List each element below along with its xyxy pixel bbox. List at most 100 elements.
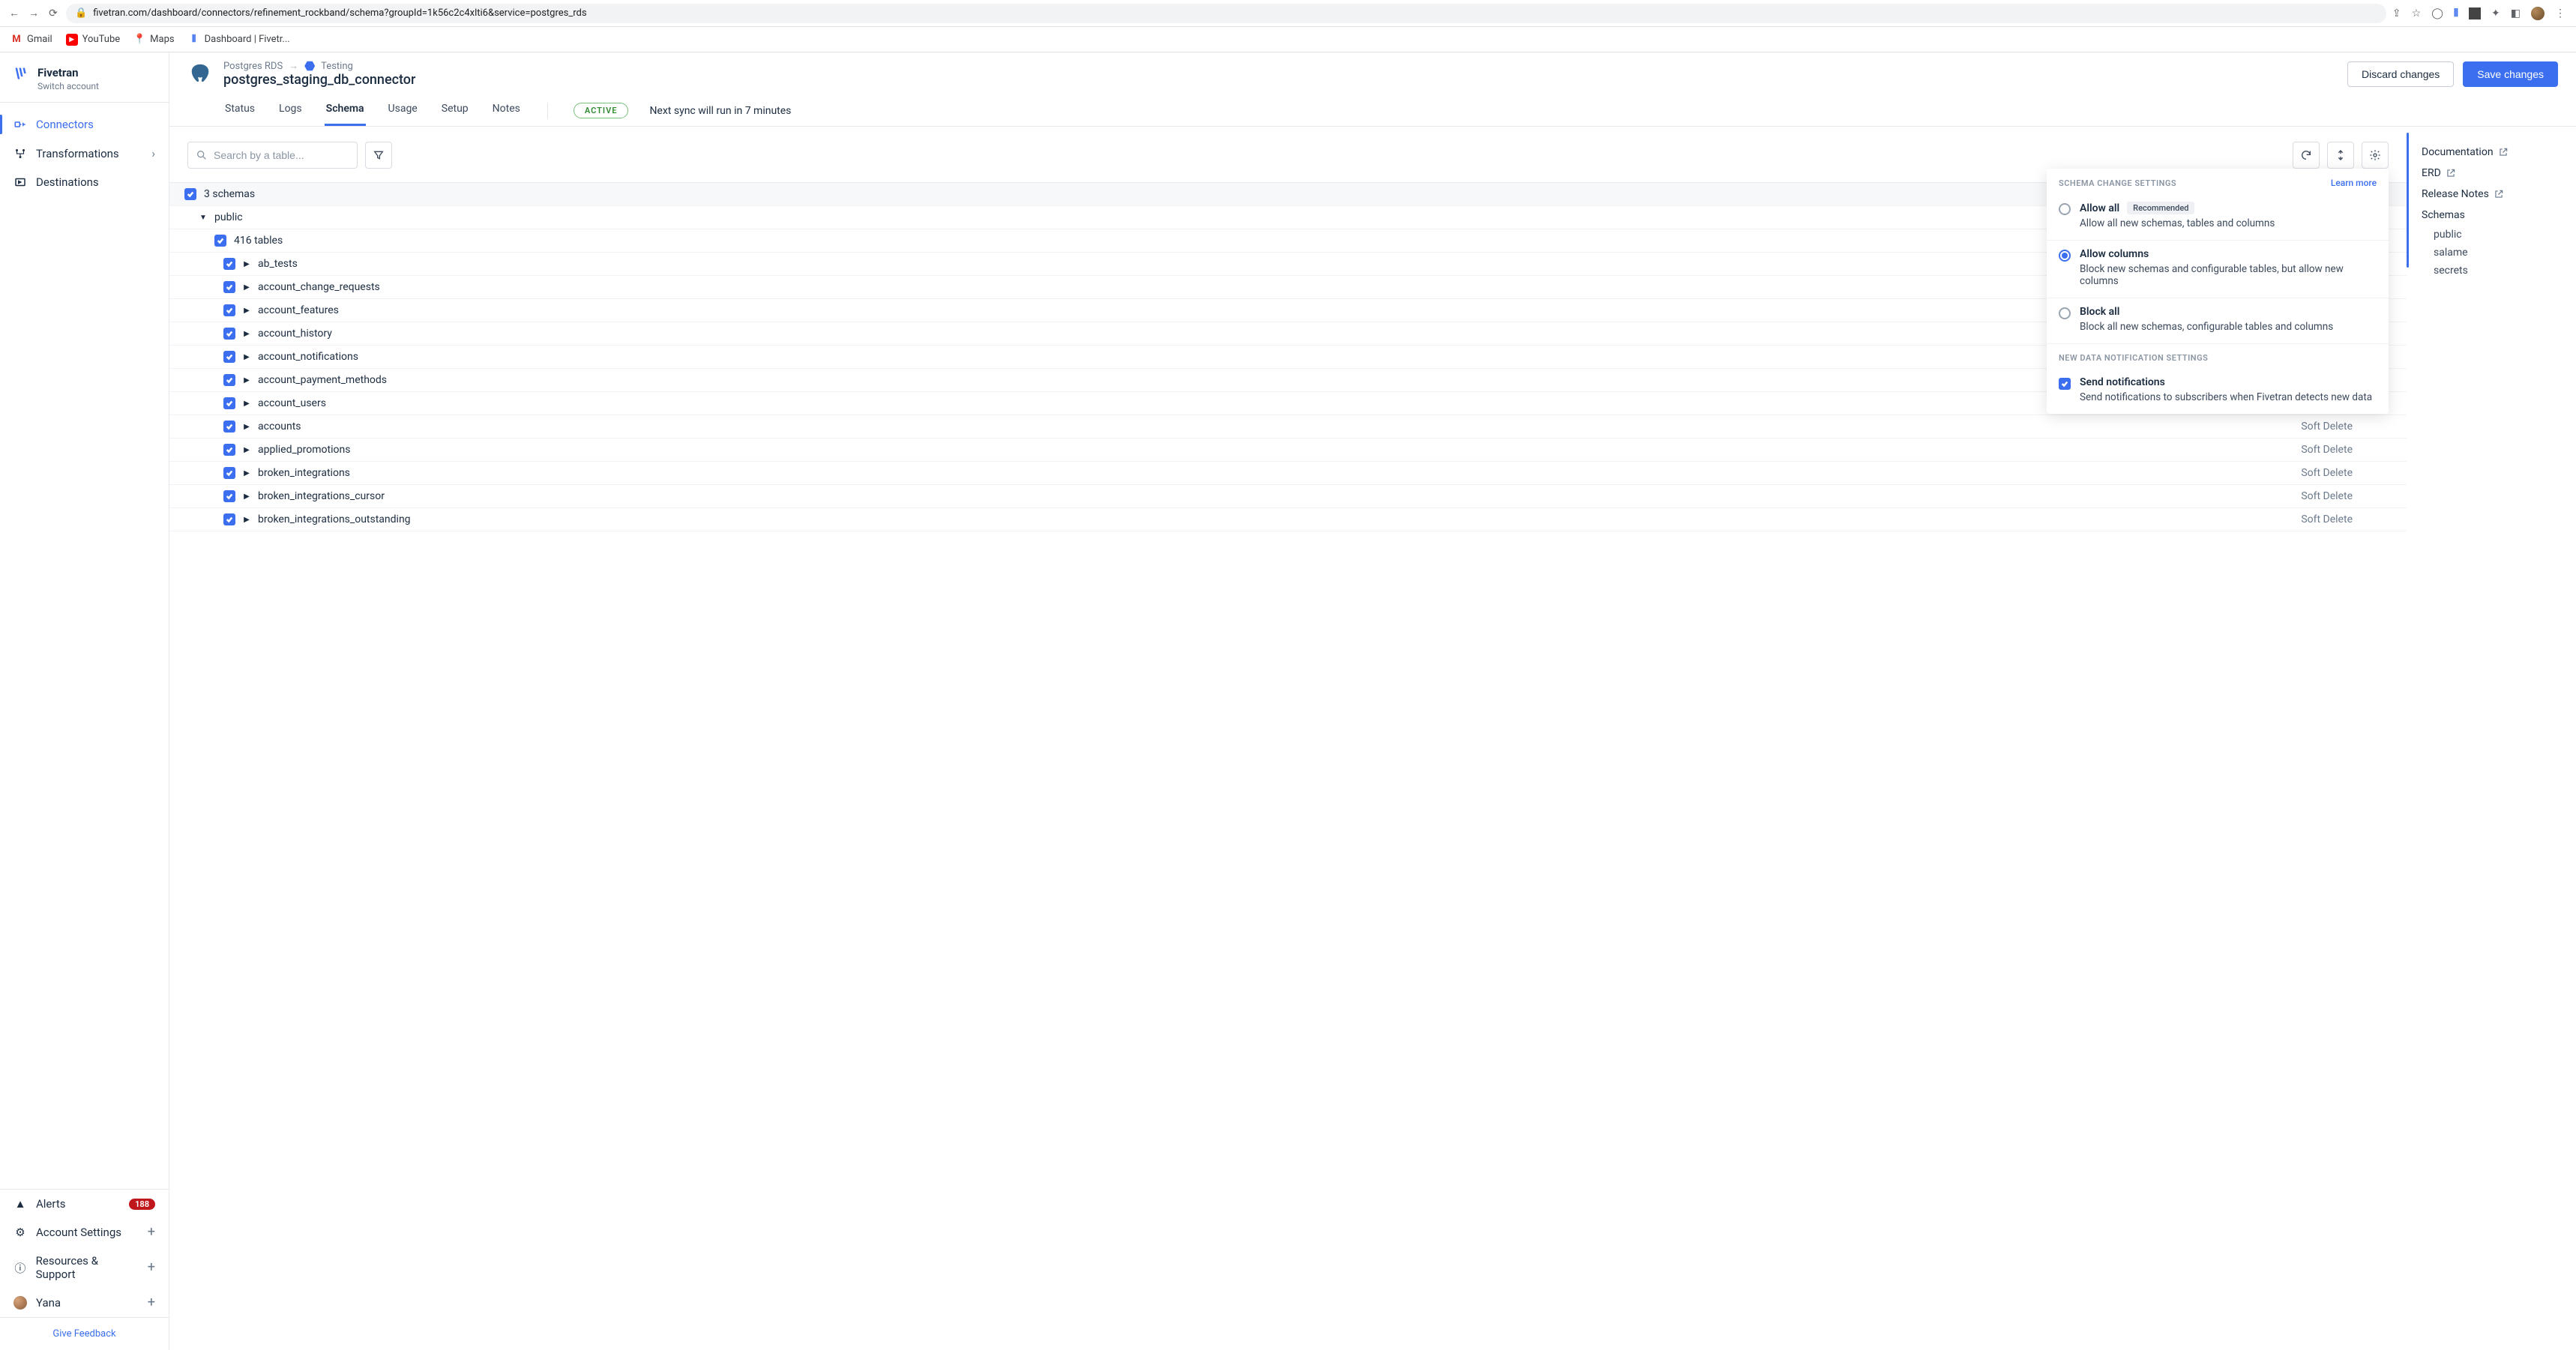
nav-transformations[interactable]: Transformations › xyxy=(0,139,169,168)
sidebar-user[interactable]: Yana + xyxy=(0,1289,169,1317)
fivetran-ext-icon[interactable]: ⦀ xyxy=(2454,7,2458,19)
table-name: account_features xyxy=(258,304,339,316)
option-allow-columns[interactable]: Allow columns Block new schemas and conf… xyxy=(2047,241,2389,298)
tab-schema[interactable]: Schema xyxy=(325,95,366,126)
checkbox-icon[interactable] xyxy=(184,188,196,200)
caret-right-icon[interactable]: ▶ xyxy=(243,423,250,431)
caret-right-icon[interactable]: ▶ xyxy=(243,330,250,338)
rp-release-notes[interactable]: Release Notes xyxy=(2422,184,2561,205)
checkbox-icon[interactable] xyxy=(223,374,235,386)
extension-icon[interactable]: ◯ xyxy=(2431,7,2443,19)
tab-logs[interactable]: Logs xyxy=(277,95,304,126)
nav-destinations[interactable]: Destinations xyxy=(0,168,169,196)
option-allow-all[interactable]: Allow all Recommended Allow all new sche… xyxy=(2047,194,2389,241)
more-icon[interactable]: ⋮ xyxy=(2555,7,2566,19)
checkbox-checked-icon[interactable] xyxy=(2059,378,2071,390)
sidebar-header[interactable]: Fivetran Switch account xyxy=(0,52,169,103)
settings-button[interactable] xyxy=(2362,142,2389,169)
checkbox-icon[interactable] xyxy=(223,467,235,479)
crumb-source[interactable]: Postgres RDS xyxy=(223,61,283,72)
learn-more-link[interactable]: Learn more xyxy=(2331,178,2377,188)
caret-right-icon[interactable]: ▶ xyxy=(243,400,250,408)
bookmark-youtube[interactable]: ▶ YouTube xyxy=(66,34,121,46)
tab-usage[interactable]: Usage xyxy=(387,95,419,126)
caret-right-icon[interactable]: ▶ xyxy=(243,516,250,524)
caret-right-icon[interactable]: ▶ xyxy=(243,353,250,361)
discard-button[interactable]: Discard changes xyxy=(2347,61,2454,87)
tab-notes[interactable]: Notes xyxy=(491,95,522,126)
tab-status[interactable]: Status xyxy=(223,95,256,126)
switch-account[interactable]: Switch account xyxy=(37,81,99,91)
rp-erd[interactable]: ERD xyxy=(2422,163,2561,184)
caret-down-icon[interactable]: ▼ xyxy=(199,214,207,222)
profile-avatar[interactable] xyxy=(2531,7,2545,20)
caret-right-icon[interactable]: ▶ xyxy=(243,307,250,315)
crumb-destination[interactable]: Testing xyxy=(321,61,353,72)
table-row[interactable]: ▶ broken_integrations Soft Delete xyxy=(169,462,2407,485)
table-row[interactable]: ▶ accounts Soft Delete xyxy=(169,415,2407,439)
star-icon[interactable]: ☆ xyxy=(2412,7,2422,19)
forward-icon[interactable]: → xyxy=(27,7,40,19)
fivetran-bookmark-icon: ⦀ xyxy=(188,34,200,46)
share-icon[interactable]: ⇪ xyxy=(2392,7,2401,19)
puzzle-icon[interactable]: ✦ xyxy=(2491,7,2500,19)
caret-right-icon[interactable]: ▶ xyxy=(243,492,250,501)
search-input[interactable] xyxy=(214,149,349,161)
checkbox-icon[interactable] xyxy=(223,281,235,293)
caret-right-icon[interactable]: ▶ xyxy=(243,446,250,454)
checkbox-icon[interactable] xyxy=(223,397,235,409)
checkbox-icon[interactable] xyxy=(214,235,226,247)
sidebar-account-settings[interactable]: ⚙ Account Settings + xyxy=(0,1218,169,1247)
checkbox-icon[interactable] xyxy=(223,351,235,363)
bookmark-maps[interactable]: 📍 Maps xyxy=(133,34,174,46)
sidebar-alerts[interactable]: ▲ Alerts 188 xyxy=(0,1190,169,1218)
rp-schema-secrets[interactable]: secrets xyxy=(2422,262,2561,280)
caret-right-icon[interactable]: ▶ xyxy=(243,469,250,477)
checkbox-icon[interactable] xyxy=(223,328,235,340)
checkbox-icon[interactable] xyxy=(223,421,235,433)
checkbox-icon[interactable] xyxy=(223,513,235,525)
collapse-button[interactable] xyxy=(2327,142,2354,169)
radio-selected-icon[interactable] xyxy=(2059,250,2071,262)
sidebar-bottom: ▲ Alerts 188 ⚙ Account Settings + ⓘ Reso… xyxy=(0,1189,169,1350)
extension-square-icon[interactable] xyxy=(2469,7,2481,19)
window-icon[interactable]: ◧ xyxy=(2511,7,2521,19)
collapse-icon xyxy=(2335,149,2347,161)
url-bar[interactable]: 🔒 fivetran.com/dashboard/connectors/refi… xyxy=(66,4,2386,23)
reload-icon[interactable]: ⟳ xyxy=(46,7,60,19)
youtube-icon: ▶ xyxy=(66,34,78,46)
table-row[interactable]: ▶ broken_integrations_cursor Soft Delete xyxy=(169,485,2407,508)
rp-schema-salame[interactable]: salame xyxy=(2422,244,2561,262)
rp-documentation[interactable]: Documentation xyxy=(2422,142,2561,163)
table-row[interactable]: ▶ broken_integrations_outstanding Soft D… xyxy=(169,508,2407,531)
radio-icon[interactable] xyxy=(2059,203,2071,215)
radio-icon[interactable] xyxy=(2059,307,2071,319)
search-box[interactable] xyxy=(187,142,358,169)
rp-schemas[interactable]: Schemas xyxy=(2422,205,2561,226)
resync-button[interactable] xyxy=(2293,142,2320,169)
nav-connectors[interactable]: Connectors xyxy=(0,110,169,139)
table-row[interactable]: ▶ applied_promotions Soft Delete xyxy=(169,439,2407,462)
right-panel: Documentation ERD Release Notes Schemas … xyxy=(2407,127,2576,1350)
sidebar-resources[interactable]: ⓘ Resources & Support + xyxy=(0,1247,169,1289)
checkbox-icon[interactable] xyxy=(223,258,235,270)
tab-setup[interactable]: Setup xyxy=(440,95,470,126)
rp-schema-public[interactable]: public xyxy=(2422,226,2561,244)
caret-right-icon[interactable]: ▶ xyxy=(243,260,250,268)
caret-right-icon[interactable]: ▶ xyxy=(243,376,250,385)
option-notifications[interactable]: Send notifications Send notifications to… xyxy=(2047,369,2389,414)
sync-text: Next sync will run in 7 minutes xyxy=(649,105,791,117)
checkbox-icon[interactable] xyxy=(223,444,235,456)
checkbox-icon[interactable] xyxy=(223,304,235,316)
caret-right-icon[interactable]: ▶ xyxy=(243,283,250,292)
save-button[interactable]: Save changes xyxy=(2463,61,2558,87)
bookmark-gmail[interactable]: M Gmail xyxy=(10,34,52,46)
table-meta: Soft Delete xyxy=(2301,467,2389,479)
external-link-icon xyxy=(2446,168,2456,178)
give-feedback[interactable]: Give Feedback xyxy=(0,1317,169,1350)
option-block-all[interactable]: Block all Block all new schemas, configu… xyxy=(2047,298,2389,344)
checkbox-icon[interactable] xyxy=(223,490,235,502)
back-icon[interactable]: ← xyxy=(7,7,21,19)
bookmark-fivetran[interactable]: ⦀ Dashboard | Fivetr... xyxy=(188,34,290,46)
filter-button[interactable] xyxy=(365,142,392,169)
